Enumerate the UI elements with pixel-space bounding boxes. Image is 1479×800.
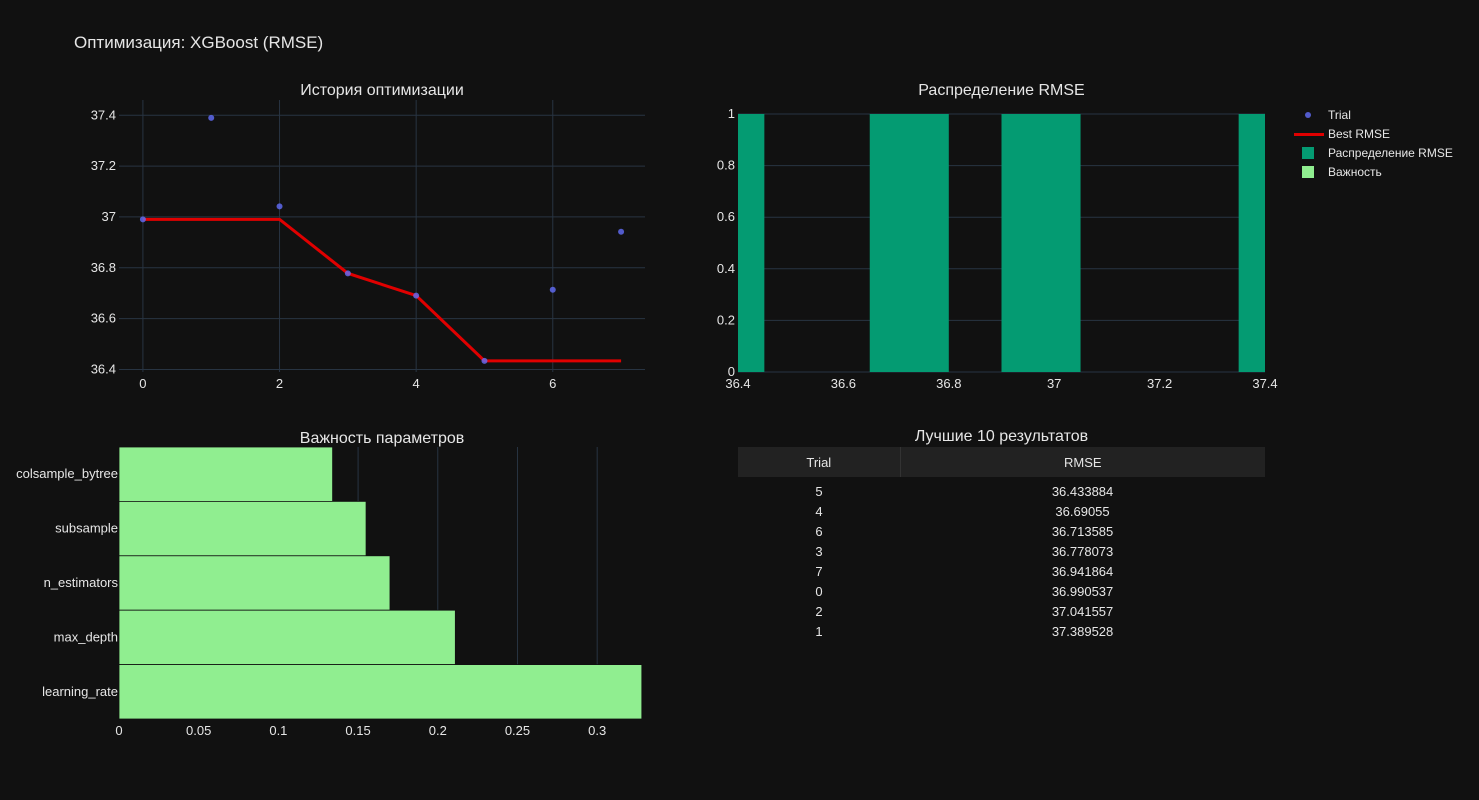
- table-row: 4 36.69055: [738, 501, 1265, 521]
- table-row: 6 36.713585: [738, 521, 1265, 541]
- cell-trial: 4: [815, 503, 823, 519]
- legend-label: Trial: [1328, 107, 1351, 122]
- x-tick-label: 37.2: [1147, 376, 1172, 391]
- importance-bar: [118, 555, 391, 611]
- importance-bar: [118, 664, 643, 720]
- legend-item-trial[interactable]: Trial: [1294, 105, 1453, 124]
- y-tick-label: 36.6: [91, 311, 116, 326]
- x-tick-label: 36.8: [936, 376, 961, 391]
- subplot-title: Важность параметров: [300, 430, 464, 447]
- y-tick-label: 0.4: [717, 261, 735, 276]
- table-row: 2 37.041557: [738, 601, 1265, 621]
- trial-point: [413, 292, 420, 299]
- column-header-rmse: RMSE: [900, 447, 1265, 477]
- legend-item-best-rmse[interactable]: Best RMSE: [1294, 124, 1453, 143]
- histogram-bar: [1001, 114, 1081, 372]
- column-header-trial: Trial: [738, 447, 901, 477]
- legend-item-importance[interactable]: Важность: [1294, 162, 1453, 181]
- y-tick-label: 1: [728, 106, 735, 121]
- table-row: 5 36.433884: [738, 477, 1265, 501]
- table-title: Лучшие 10 результатов: [914, 428, 1089, 445]
- cell-trial: 7: [815, 563, 823, 579]
- x-tick-label: 6: [549, 376, 556, 391]
- legend-label: Best RMSE: [1328, 126, 1391, 141]
- best-rmse-line: [142, 217, 622, 363]
- cell-rmse: 36.990537: [1051, 583, 1114, 599]
- y-tick-label: 36.4: [91, 361, 116, 376]
- trial-point: [481, 357, 488, 364]
- cell-trial: 1: [815, 623, 823, 639]
- cell-rmse: 36.941864: [1051, 563, 1114, 579]
- trial-point: [344, 270, 351, 277]
- trial-point: [618, 228, 625, 235]
- legend-label: Распределение RMSE: [1328, 145, 1453, 160]
- cell-trial: 3: [815, 543, 823, 559]
- y-tick-label: 0.6: [717, 209, 735, 224]
- y-tick-label: 37: [102, 209, 116, 224]
- x-tick-label: 36.4: [725, 376, 750, 391]
- optimization-history-chart: 0 2 4 636.436.636.83737.237.4История оптими…: [16, 82, 1278, 738]
- y-tick-label: 0.8: [717, 158, 735, 173]
- cell-trial: 6: [815, 523, 823, 539]
- subplot-title: Распределение RMSE: [918, 82, 1084, 99]
- y-tick-label: 0.2: [717, 312, 735, 327]
- results-table: Trial RMSE 5 36.433884 4 36.69055 6 36.713585…: [738, 447, 1265, 641]
- cell-rmse: 36.778073: [1051, 543, 1114, 559]
- importance-bar: [118, 500, 367, 557]
- x-tick-label: 0.2: [429, 723, 447, 738]
- cell-trial: 0: [815, 583, 823, 599]
- histogram-bar: [738, 114, 765, 372]
- y-tick-label: 37.4: [91, 107, 116, 122]
- subplot-title: История оптимизации: [300, 82, 464, 99]
- table-row: 7 36.941864: [738, 561, 1265, 581]
- table-row: 0 36.990537: [738, 581, 1265, 601]
- trial-point: [276, 203, 283, 210]
- trial-point: [208, 114, 215, 121]
- x-tick-label: 0.3: [588, 723, 606, 738]
- cell-rmse: 37.389528: [1051, 623, 1114, 639]
- cell-rmse: 36.433884: [1051, 483, 1114, 499]
- category-label: n_estimators: [44, 575, 119, 590]
- table-row: 1 37.389528: [738, 621, 1265, 641]
- line-icon: [1294, 128, 1328, 140]
- cell-trial: 2: [815, 603, 823, 619]
- x-tick-label: 0: [115, 723, 122, 738]
- trial-point: [549, 286, 556, 293]
- trial-point: [139, 216, 146, 223]
- cell-rmse: 36.713585: [1051, 523, 1114, 539]
- category-label: subsample: [55, 521, 118, 536]
- x-tick-label: 37: [1047, 376, 1061, 391]
- importance-bar: [118, 446, 333, 502]
- importance-bar: [118, 609, 456, 666]
- x-tick-label: 4: [413, 376, 420, 391]
- category-label: colsample_bytree: [16, 466, 118, 481]
- x-tick-label: 0: [139, 376, 146, 391]
- trial-marker-icon: [1294, 109, 1328, 121]
- category-label: max_depth: [54, 629, 118, 644]
- x-tick-label: 36.6: [831, 376, 856, 391]
- cell-rmse: 37.041557: [1051, 603, 1114, 619]
- table-row: 3 36.778073: [738, 541, 1265, 561]
- x-tick-label: 0.1: [269, 723, 287, 738]
- legend-label: Важность: [1328, 164, 1382, 179]
- swatch-icon: [1294, 165, 1328, 178]
- swatch-icon: [1294, 146, 1328, 159]
- category-label: learning_rate: [42, 684, 118, 699]
- legend-item-distribution[interactable]: Распределение RMSE: [1294, 143, 1453, 162]
- x-tick-label: 0.25: [505, 723, 530, 738]
- x-tick-label: 0.15: [345, 723, 370, 738]
- x-tick-label: 2: [276, 376, 283, 391]
- histogram-bar: [1238, 114, 1265, 372]
- cell-rmse: 36.69055: [1055, 503, 1110, 519]
- cell-trial: 5: [815, 483, 823, 499]
- x-tick-label: 0.05: [186, 723, 211, 738]
- x-tick-label: 37.4: [1252, 376, 1277, 391]
- y-tick-label: 36.8: [91, 260, 116, 275]
- histogram-bar: [869, 114, 949, 372]
- y-tick-label: 37.2: [91, 158, 116, 173]
- legend[interactable]: Trial Best RMSE Распределение RMSE Важно…: [1294, 105, 1453, 181]
